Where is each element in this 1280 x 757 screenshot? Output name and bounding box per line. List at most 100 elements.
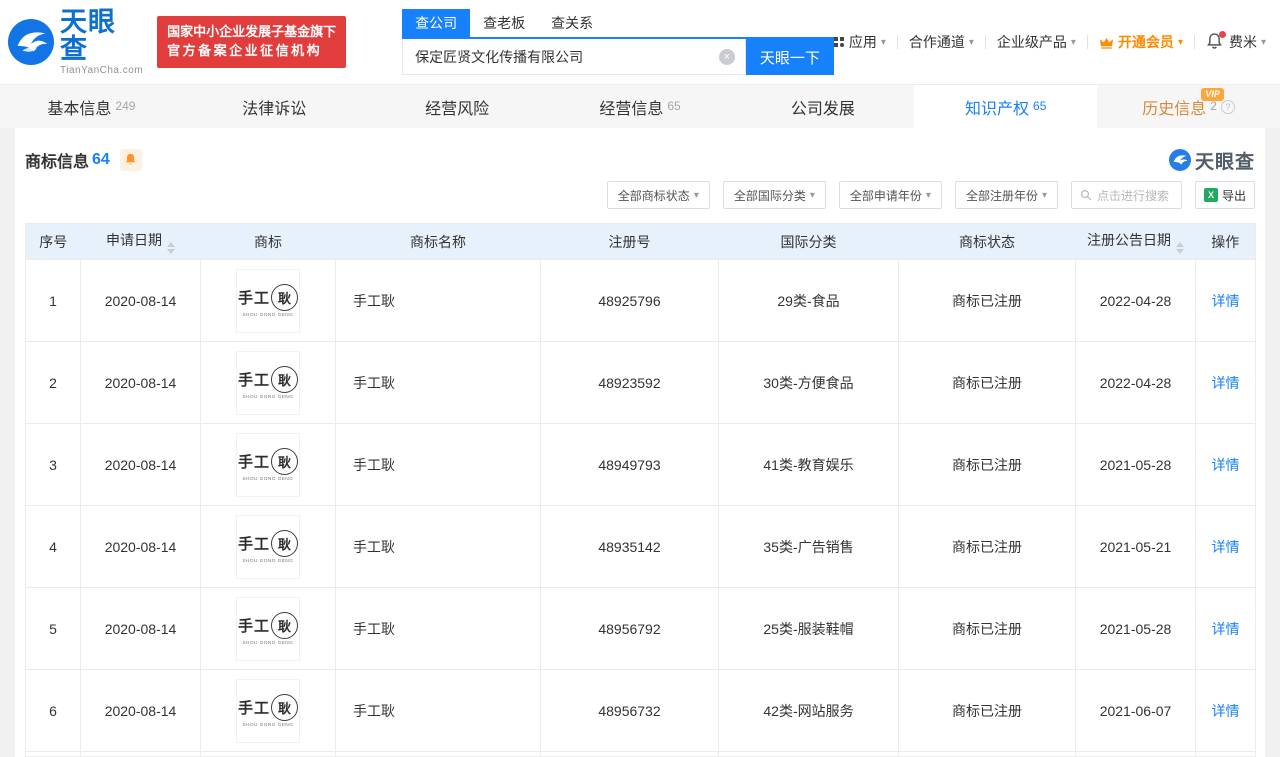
trademark-logo[interactable]: 手工 耿 SHOU GONG GENG [236, 678, 300, 743]
cell-trademark-image[interactable]: 手工 耿 SHOU GONG GENG [200, 669, 336, 752]
tab-company-development[interactable]: 公司发展 [731, 85, 914, 128]
caret-down-icon: ▾ [880, 36, 886, 48]
filter-register-year[interactable]: 全部注册年份 ▾ [954, 181, 1058, 209]
search-tab-relation[interactable]: 查关系 [538, 9, 606, 37]
gov-certification-badge: 国家中小企业发展子基金旗下 官方备案企业征信机构 [157, 16, 347, 68]
cell-reg-number: 48935142 [540, 505, 719, 588]
cell-status: 商标已注册 [898, 259, 1076, 342]
subscribe-bell-icon[interactable] [119, 149, 142, 171]
sort-icon[interactable] [167, 241, 175, 254]
divider [1193, 35, 1195, 49]
detail-link[interactable]: 详情 [1212, 375, 1240, 391]
trademark-logo[interactable]: 手工 耿 SHOU GONG GENG [236, 268, 300, 333]
caret-down-icon: ▾ [1260, 36, 1266, 48]
trademark-logo[interactable]: 手工 耿 SHOU GONG GENG [236, 432, 300, 497]
table-search-input[interactable]: 点击进行搜索 [1070, 181, 1182, 209]
clear-icon[interactable]: × [718, 48, 735, 65]
apps-grid-icon [833, 37, 844, 47]
tab-operation-info[interactable]: 经营信息 65 [549, 85, 732, 128]
table-header-row: 序号 申请日期 商标 商标名称 注册号 国际分类 商标状态 注册公告日期 操作 [25, 223, 1256, 260]
table-row: 6 2020-08-14 手工 耿 SHOU GONG GENG 手工耿 489… [25, 669, 1256, 752]
menu-enterprise[interactable]: 企业级产品 ▾ [997, 32, 1076, 52]
detail-link[interactable]: 详情 [1212, 621, 1240, 637]
detail-link[interactable]: 详情 [1212, 539, 1240, 555]
menu-partner[interactable]: 合作通道 ▾ [909, 32, 974, 52]
filter-trademark-status[interactable]: 全部商标状态 ▾ [606, 181, 710, 209]
detail-link[interactable]: 详情 [1212, 293, 1240, 309]
tab-history-info[interactable]: VIP 历史信息 2 ? [1097, 85, 1280, 128]
cell-reg-number: 48949793 [540, 423, 719, 506]
trademark-logo[interactable]: 手工 耿 SHOU GONG GENG [236, 514, 300, 579]
menu-apps[interactable]: 应用 ▾ [833, 32, 886, 52]
trademark-logo-caption: SHOU GONG GENG [242, 640, 294, 645]
tab-intellectual-property[interactable]: 知识产权 65 [914, 85, 1098, 128]
cell-apply-date: 2020-08-14 [80, 341, 201, 424]
caret-down-icon: ▾ [693, 189, 699, 201]
watermark-text: 天眼查 [1194, 151, 1255, 173]
tab-basic-info[interactable]: 基本信息 249 [0, 85, 183, 128]
sort-icon[interactable] [1176, 241, 1184, 254]
tianyancha-logo-icon [8, 19, 54, 65]
search-input[interactable] [403, 39, 745, 74]
cell-apply-date: 2020-08-14 [80, 505, 201, 588]
col-apply-date[interactable]: 申请日期 [80, 223, 201, 260]
export-button[interactable]: X 导出 [1194, 181, 1255, 209]
cell-trademark-name: 手工耿 [335, 259, 541, 342]
company-nav-tabs: 基本信息 249 法律诉讼 经营风险 经营信息 65 公司发展 知识产权 65 VIP… [0, 84, 1280, 128]
detail-link[interactable]: 详情 [1212, 457, 1240, 473]
cell-serial: 4 [25, 505, 81, 588]
tab-operation-risk[interactable]: 经营风险 [366, 85, 549, 128]
trademark-logo[interactable]: 手工 耿 SHOU GONG GENG [236, 596, 300, 661]
filter-toolbar: 全部商标状态 ▾ 全部国际分类 ▾ 全部申请年份 ▾ 全部注册年份 ▾ 点击进行… [15, 175, 1265, 209]
section-count: 64 [92, 151, 110, 168]
trademark-table: 序号 申请日期 商标 商标名称 注册号 国际分类 商标状态 注册公告日期 操作 … [25, 223, 1256, 757]
col-serial: 序号 [25, 223, 81, 260]
cell-serial: 3 [25, 423, 81, 506]
filter-apply-year[interactable]: 全部申请年份 ▾ [838, 181, 942, 209]
trademark-logo-chars: 手工 [237, 699, 270, 717]
trademark-logo-chars: 手工 [237, 289, 270, 307]
cell-trademark-image[interactable]: 手工 耿 SHOU GONG GENG [200, 423, 336, 506]
notification-bell-icon[interactable] [1206, 31, 1226, 51]
cell-trademark-image[interactable]: 手工 耿 SHOU GONG GENG [200, 259, 336, 342]
trademark-logo-circle-char: 耿 [271, 611, 298, 639]
search-tab-boss[interactable]: 查老板 [470, 9, 538, 37]
cell-reg-number: 48925796 [540, 259, 719, 342]
col-action: 操作 [1195, 223, 1256, 260]
section-header: 商标信息 64 天眼查 [15, 128, 1265, 175]
cell-status: 商标已注册 [898, 341, 1076, 424]
caret-down-icon: ▾ [809, 189, 815, 201]
menu-user[interactable]: 费米 ▾ [1229, 32, 1266, 52]
menu-vip[interactable]: 开通会员 ▾ [1099, 32, 1183, 52]
cell-pub-date: 2022-04-28 [1075, 341, 1196, 424]
col-reg-number: 注册号 [540, 223, 719, 260]
search-button[interactable]: 天眼一下 [745, 39, 834, 75]
detail-link[interactable]: 详情 [1212, 703, 1240, 719]
cell-trademark-image[interactable]: 手工 耿 SHOU GONG GENG [200, 505, 336, 588]
cell-status: 商标已注册 [898, 505, 1076, 588]
search-tab-company[interactable]: 查公司 [402, 9, 471, 37]
help-icon[interactable]: ? [1220, 99, 1235, 114]
cell-apply-date: 2020-08-14 [80, 259, 201, 342]
cell-status: 商标已注册 [898, 587, 1076, 670]
trademark-logo-chars: 手工 [237, 617, 270, 635]
search-area: 查公司 查老板 查关系 × 天眼一下 [402, 9, 834, 75]
table-body: 1 2020-08-14 手工 耿 SHOU GONG GENG 手工耿 489… [25, 259, 1256, 757]
cell-pub-date: 2021-05-28 [1075, 423, 1196, 506]
trademark-logo[interactable]: 手工 耿 SHOU GONG GENG [236, 350, 300, 415]
caret-down-icon: ▾ [1041, 189, 1047, 201]
trademark-logo-caption: SHOU GONG GENG [242, 394, 294, 399]
tab-legal-litigation[interactable]: 法律诉讼 [183, 85, 366, 128]
search-icon [1080, 189, 1092, 201]
cell-reg-number: 48956792 [540, 587, 719, 670]
filter-intl-class[interactable]: 全部国际分类 ▾ [722, 181, 826, 209]
cell-reg-number: 48923592 [540, 341, 719, 424]
cell-trademark-image[interactable]: 手工 耿 SHOU GONG GENG [200, 587, 336, 670]
cell-pub-date: 2021-05-21 [1075, 505, 1196, 588]
tianyancha-logo[interactable]: 天眼查 TianYanCha.com [8, 8, 143, 76]
col-pub-date[interactable]: 注册公告日期 [1075, 223, 1196, 260]
cell-trademark-name: 手工耿 [335, 341, 541, 424]
col-status: 商标状态 [898, 223, 1076, 260]
cell-trademark-image[interactable]: 手工 耿 SHOU GONG GENG [200, 341, 336, 424]
caret-down-icon: ▾ [925, 189, 931, 201]
